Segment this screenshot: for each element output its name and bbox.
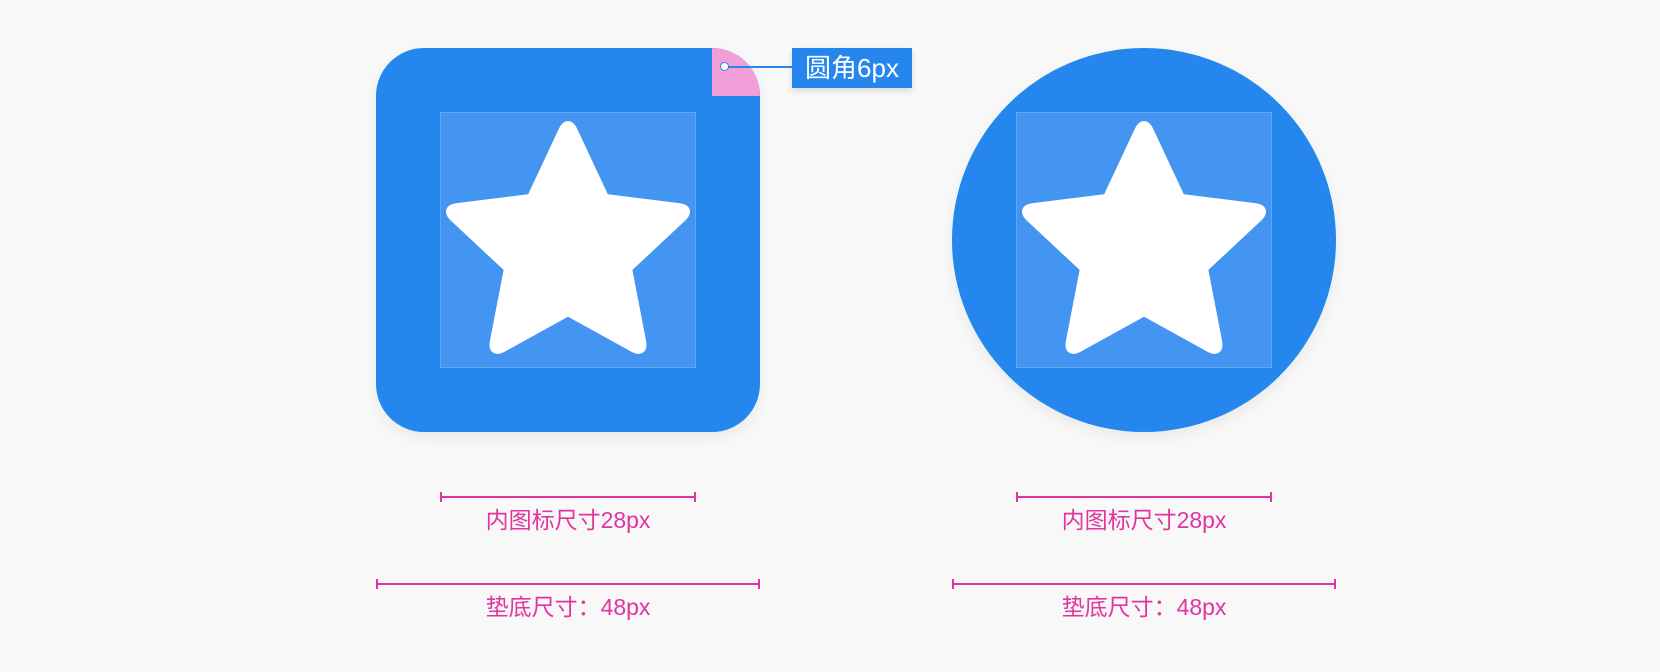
callout-line [725,66,793,68]
inner-icon-size-ruler [440,492,696,502]
pad-size-ruler [952,579,1336,589]
square-inner-icon-area [440,112,696,368]
pad-size-ruler [376,579,760,589]
corner-radius-label: 圆角6px [792,48,912,88]
pad-size-label: 垫底尺寸：48px [1061,594,1227,620]
inner-icon-size-ruler [1016,492,1272,502]
star-icon [446,121,690,354]
circle-inner-icon-area [1016,112,1272,368]
square-icon-pad [376,48,760,432]
circle-icon-pad [952,48,1336,432]
callout-dot [720,62,729,71]
corner-radius-highlight [712,48,760,96]
inner-icon-size-label: 内图标尺寸28px [485,507,651,533]
star-icon [1022,121,1266,354]
inner-icon-size-label: 内图标尺寸28px [1061,507,1227,533]
pad-size-label: 垫底尺寸：48px [485,594,651,620]
